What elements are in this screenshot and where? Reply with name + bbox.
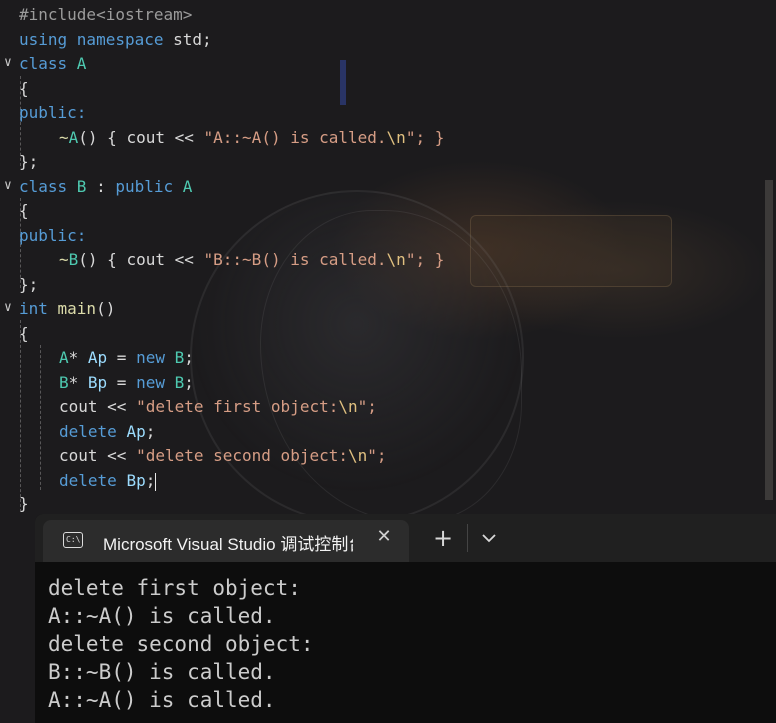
code-line: public: bbox=[19, 226, 87, 245]
code-line: delete Bp; bbox=[59, 471, 157, 491]
console-output-line: A::~A() is called. bbox=[48, 688, 276, 712]
close-icon[interactable]: ✕ bbox=[373, 526, 395, 548]
code-line: { bbox=[19, 201, 29, 220]
code-line: class B : public A bbox=[19, 177, 193, 196]
code-line: B* Bp = new B; bbox=[59, 373, 194, 392]
code-line: public: bbox=[19, 103, 87, 122]
code-line: A* Ap = new B; bbox=[59, 348, 194, 367]
console-output-line: delete second object: bbox=[48, 632, 314, 656]
plus-icon[interactable]: + bbox=[431, 526, 455, 550]
code-line: }; bbox=[19, 275, 39, 294]
terminal-tab[interactable]: C:\ Microsoft Visual Studio 调试控制台 ✕ bbox=[43, 520, 409, 562]
debug-console-window[interactable]: C:\ Microsoft Visual Studio 调试控制台 ✕ + de… bbox=[35, 514, 776, 723]
console-output-line: B::~B() is called. bbox=[48, 660, 276, 684]
code-line: } bbox=[19, 494, 29, 513]
console-icon: C:\ bbox=[63, 532, 83, 548]
code-line: ~B() { cout << "B::~B() is called.\n"; } bbox=[59, 250, 445, 269]
code-line: delete Ap; bbox=[59, 422, 156, 441]
tab-separator bbox=[467, 524, 468, 552]
console-output-line: A::~A() is called. bbox=[48, 604, 276, 628]
chevron-down-icon[interactable] bbox=[477, 526, 501, 550]
code-line: #include<iostream> bbox=[19, 5, 193, 24]
code-line: }; bbox=[19, 152, 39, 171]
code-line: using namespace std; bbox=[19, 30, 212, 49]
code-line: { bbox=[19, 324, 29, 343]
tab-title: Microsoft Visual Studio 调试控制台 bbox=[103, 535, 353, 554]
code-editor[interactable]: ∨ ∨ ∨ #include<iostream> using namespace… bbox=[0, 0, 776, 515]
code-line: ~A() { cout << "A::~A() is called.\n"; } bbox=[59, 128, 445, 147]
text-cursor bbox=[155, 472, 157, 491]
code-line: int main() bbox=[19, 299, 116, 318]
code-line: { bbox=[19, 79, 29, 98]
code-line: cout << "delete second object:\n"; bbox=[59, 446, 387, 465]
code-line: cout << "delete first object:\n"; bbox=[59, 397, 377, 416]
console-output-line: delete first object: bbox=[48, 576, 301, 600]
terminal-tab-bar: C:\ Microsoft Visual Studio 调试控制台 ✕ + bbox=[35, 514, 776, 562]
code-line: class A bbox=[19, 54, 87, 73]
